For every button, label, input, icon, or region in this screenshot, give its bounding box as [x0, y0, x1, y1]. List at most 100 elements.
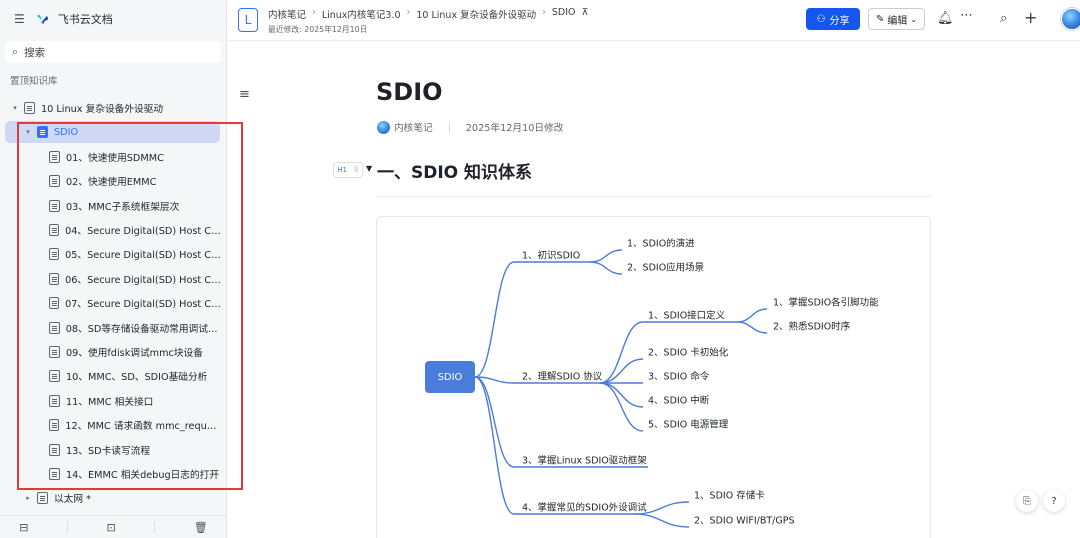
document-icon	[49, 150, 60, 163]
breadcrumb-item[interactable]: SDIO	[552, 7, 576, 21]
breadcrumb-separator: ›	[312, 7, 316, 18]
tree-item-label: 07、Secure Digital(SD) Host Contr...	[65, 299, 222, 311]
mindmap-connector	[589, 249, 623, 263]
tree-item[interactable]: 10、MMC、SD、SDIO基础分析	[0, 365, 222, 387]
tree-item[interactable]: 03、MMC子系统框架层次	[0, 195, 222, 217]
caret-down-icon[interactable]: ▾	[23, 128, 33, 136]
tree-item[interactable]: 01、快速使用SDMMC	[0, 146, 222, 168]
trash-icon[interactable]: 🗑	[194, 521, 208, 534]
tree-item[interactable]: 14、EMMC 相关debug日志的打开	[0, 463, 222, 485]
sidebar-search[interactable]: ⌕ 搜索	[5, 41, 221, 63]
document-icon	[49, 394, 60, 407]
author-avatar	[377, 120, 390, 134]
tree-item-label: 10 Linux 复杂设备外设驱动	[41, 104, 164, 115]
mindmap-leaf-node[interactable]: 2、熟悉SDIO时序	[773, 321, 851, 333]
mindmap-subbranch-node[interactable]: 4、SDIO 中断	[648, 395, 710, 407]
mindmap-leaf-node[interactable]: 1、掌握SDIO各引脚功能	[773, 297, 879, 309]
tree-item[interactable]: 08、SD等存储设备驱动常用调试方法	[0, 317, 222, 339]
mindmap-connector	[736, 308, 768, 323]
inbox-icon[interactable]: ⊟	[19, 521, 28, 534]
bag-icon[interactable]: ⊡	[107, 521, 116, 534]
sidebar: ☰ 飞书云文档 ⌕ 搜索 置顶知识库 ▾ 10 Linux 复杂设备外设驱动 ▾ SD…	[0, 0, 227, 538]
doc-info-icon[interactable]: ⎘	[1016, 490, 1038, 512]
document-icon	[24, 102, 35, 114]
plus-icon[interactable]: +	[1024, 8, 1037, 27]
tree-item[interactable]: 09、使用fdisk调试mmc块设备	[0, 341, 222, 363]
tree-item[interactable]: 04、Secure Digital(SD) Host Contr...	[0, 219, 222, 241]
drag-handle-icon: ⠿	[353, 166, 359, 174]
heading-type-handle[interactable]: H1 ⠿	[333, 162, 363, 178]
mindmap-leaf-node[interactable]: 2、SDIO WIFI/BT/GPS	[694, 516, 795, 527]
breadcrumb-item[interactable]: 内核笔记	[268, 7, 306, 21]
mindmap-connector	[599, 382, 644, 408]
mindmap-connector	[474, 376, 515, 468]
share-label: 分享	[829, 15, 850, 27]
mindmap-connector	[474, 261, 515, 378]
mindmap-connector	[599, 358, 644, 384]
tree-item[interactable]: 12、MMC 请求函数 mmc_request_...	[0, 414, 222, 436]
tree-item[interactable]: 02、快速使用EMMC	[0, 170, 222, 192]
mindmap-connector	[736, 321, 768, 334]
help-icon[interactable]: ?	[1043, 490, 1065, 512]
tree-item[interactable]: 11、MMC 相关接口	[0, 390, 222, 412]
doc-meta: 内核笔记 2025年12月10日修改	[377, 120, 564, 134]
author-name[interactable]: 内核笔记	[394, 120, 433, 134]
user-avatar[interactable]	[1061, 8, 1080, 30]
mindmap-branch-node[interactable]: 1、初识SDIO	[522, 250, 580, 262]
tree-item[interactable]: ▾ SDIO	[5, 121, 220, 144]
mindmap-branch-node[interactable]: 2、理解SDIO 协议	[522, 371, 603, 383]
divider	[448, 121, 450, 133]
mindmap-block[interactable]: SDIO 1、初识SDIO 1、SDIO的演进 2、SDIO应用场景 2、理解SDIO …	[376, 216, 931, 538]
pin-icon[interactable]: ⊼	[582, 7, 589, 21]
tree-item[interactable]: 06、Secure Digital(SD) Host Contr...	[0, 268, 222, 290]
tree-item-label: 09、使用fdisk调试mmc块设备	[66, 348, 203, 359]
collapse-heading-icon[interactable]: ▼	[366, 164, 372, 173]
sidebar-footer: ⊟ ⊡ 🗑	[0, 515, 227, 538]
tree-item[interactable]: 05、Secure Digital(SD) Host Contr...	[0, 243, 222, 265]
mindmap-subbranch-node[interactable]: 1、SDIO接口定义	[648, 310, 726, 322]
tree-item-label: 06、Secure Digital(SD) Host Contr...	[65, 274, 222, 286]
breadcrumb-separator: ›	[406, 7, 411, 18]
caret-down-icon[interactable]: ▾	[10, 104, 20, 112]
tree-item[interactable]: ▸ 以太网 *	[0, 487, 222, 509]
mindmap-subbranch-node[interactable]: 5、SDIO 电源管理	[648, 419, 729, 431]
chevron-down-icon: ⌄	[910, 14, 918, 24]
heading-tag-label: H1	[337, 166, 347, 174]
share-button[interactable]: ⚇ 分享	[806, 8, 860, 30]
mindmap-branch-node[interactable]: 3、掌握Linux SDIO驱动框架	[522, 455, 647, 467]
bell-icon[interactable]: 🔔︎	[937, 11, 954, 26]
breadcrumb: 内核笔记 › Linux内核笔记3.0 › 10 Linux 复杂设备外设驱动 …	[268, 7, 589, 21]
mindmap-branch-node[interactable]: 4、掌握常见的SDIO外设调试	[522, 502, 647, 514]
doc-type-icon: L	[238, 8, 258, 32]
mindmap-subbranch-node[interactable]: 3、SDIO 命令	[648, 371, 710, 383]
mindmap-connector	[599, 382, 644, 432]
doc-header: L 内核笔记 › Linux内核笔记3.0 › 10 Linux 复杂设备外设驱…	[227, 0, 1080, 41]
tree-item[interactable]: 07、Secure Digital(SD) Host Contr...	[0, 292, 222, 314]
edit-button[interactable]: ✎ 编辑 ⌄	[868, 8, 925, 30]
collapse-sidebar-icon[interactable]: ☰	[14, 12, 25, 26]
breadcrumb-item[interactable]: Linux内核笔记3.0	[322, 7, 401, 21]
tree-item[interactable]: ▾ 10 Linux 复杂设备外设驱动	[0, 97, 222, 119]
mindmap-leaf-node[interactable]: 1、SDIO 存储卡	[694, 490, 765, 502]
tree-item-label: 13、SD卡读写流程	[66, 445, 151, 457]
tree-item[interactable]: 13、SD卡读写流程	[0, 439, 222, 461]
pinned-wiki-label: 置顶知识库	[10, 76, 58, 87]
mindmap-leaf-node[interactable]: 1、SDIO的演进	[627, 238, 695, 250]
mindmap-connector	[599, 321, 644, 384]
breadcrumb-item[interactable]: 10 Linux 复杂设备外设驱动	[416, 7, 536, 21]
tree-item-label: 14、EMMC 相关debug日志的打开	[66, 470, 220, 481]
mindmap-subbranch-node[interactable]: 2、SDIO 卡初始化	[648, 347, 729, 359]
outline-menu-icon[interactable]: ≡	[239, 87, 250, 102]
modified-date: 2025年12月10日修改	[465, 123, 564, 134]
tree-item-label: 03、MMC子系统框架层次	[66, 201, 180, 213]
tree-item-label: 01、快速使用SDMMC	[66, 152, 164, 164]
mindmap-leaf-node[interactable]: 2、SDIO应用场景	[627, 262, 704, 274]
search-icon[interactable]: ⌕	[1000, 11, 1007, 26]
tree-item-label: 05、Secure Digital(SD) Host Contr...	[65, 250, 222, 262]
document-icon	[49, 321, 60, 334]
more-icon[interactable]: ⋯	[960, 8, 973, 23]
caret-right-icon[interactable]: ▸	[23, 494, 33, 502]
document-icon	[37, 126, 48, 139]
app-window: ☰ 飞书云文档 ⌕ 搜索 置顶知识库 ▾ 10 Linux 复杂设备外设驱动 ▾ SD…	[0, 0, 1080, 538]
tree-item-label: 04、Secure Digital(SD) Host Contr...	[65, 226, 222, 237]
